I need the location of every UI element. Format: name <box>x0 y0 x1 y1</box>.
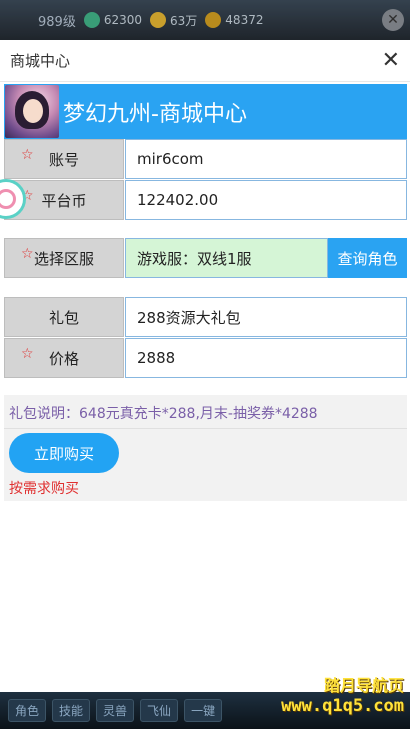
game-top-bar: 989级 62300 63万 48372 ✕ <box>0 0 410 40</box>
gold-ingot-value: 63万 <box>170 13 198 28</box>
buy-now-button[interactable]: 立即购买 <box>9 433 119 473</box>
gift-row: 礼包 288资源大礼包 <box>4 297 407 337</box>
gift-select[interactable]: 288资源大礼包 <box>125 297 407 337</box>
dialog-title: 商城中心 <box>10 52 71 70</box>
watermark-title: 踏月导航页 <box>323 676 404 695</box>
player-level: 989级 <box>38 14 76 30</box>
account-field[interactable]: mir6com <box>125 139 407 179</box>
shop-dialog: 商城中心 ✕ 梦幻九州-商城中心 ☆ 账号 mir6com ☆ 平台币 1224… <box>0 40 410 692</box>
price-label: ☆ 价格 <box>4 338 124 378</box>
purchase-note: 按需求购买 <box>9 481 79 497</box>
query-role-button[interactable]: 查询角色 <box>328 238 407 278</box>
platform-coin-row: ☆ 平台币 122402.00 <box>4 180 407 220</box>
gift-description: 礼包说明：648元真充卡*288,月末-抽奖券*4288 <box>9 406 318 422</box>
required-star-icon: ☆ <box>21 346 34 362</box>
server-row: ☆ 选择区服 游戏服：双线1服 查询角色 <box>4 238 407 278</box>
jade-counter: 62300 <box>83 12 143 28</box>
watermark-url: www.q1q5.com <box>281 696 404 716</box>
gift-label: 礼包 <box>4 297 124 337</box>
hud-close-icon[interactable]: ✕ <box>382 9 404 31</box>
jade-value: 62300 <box>103 13 143 27</box>
gift-info-box: 礼包说明：648元真充卡*288,月末-抽奖券*4288 立即购买 按需求购买 <box>4 395 407 501</box>
server-label: ☆ 选择区服 <box>4 238 124 278</box>
jade-icon <box>83 12 100 28</box>
skill-tab[interactable]: 技能 <box>52 699 91 722</box>
close-icon[interactable]: ✕ <box>382 49 400 72</box>
one-click-tab[interactable]: 一键 <box>184 699 223 722</box>
platform-coin-value: 122402.00 <box>125 180 407 220</box>
gold-ingot-icon <box>150 12 167 28</box>
required-star-icon: ☆ <box>21 147 34 163</box>
shop-banner: 梦幻九州-商城中心 <box>4 84 407 139</box>
game-avatar <box>5 85 59 138</box>
coin-icon <box>205 12 222 28</box>
account-label: ☆ 账号 <box>4 139 124 179</box>
site-watermark: 踏月导航页 www.q1q5.com <box>281 672 404 716</box>
pet-tab[interactable]: 灵兽 <box>96 699 135 722</box>
gold-ingot-counter: 63万 <box>150 12 197 29</box>
role-tab[interactable]: 角色 <box>8 699 47 722</box>
server-select[interactable]: 游戏服：双线1服 <box>125 238 328 278</box>
price-value: 2888 <box>125 338 407 378</box>
divider <box>4 428 407 429</box>
coin-counter: 48372 <box>205 12 263 28</box>
immortal-tab[interactable]: 飞仙 <box>140 699 179 722</box>
dialog-titlebar: 商城中心 ✕ <box>0 40 410 82</box>
coin-value: 48372 <box>225 13 264 27</box>
price-row: ☆ 价格 2888 <box>4 338 407 378</box>
required-star-icon: ☆ <box>21 246 34 262</box>
account-row: ☆ 账号 mir6com <box>4 139 407 179</box>
banner-title: 梦幻九州-商城中心 <box>63 101 247 127</box>
